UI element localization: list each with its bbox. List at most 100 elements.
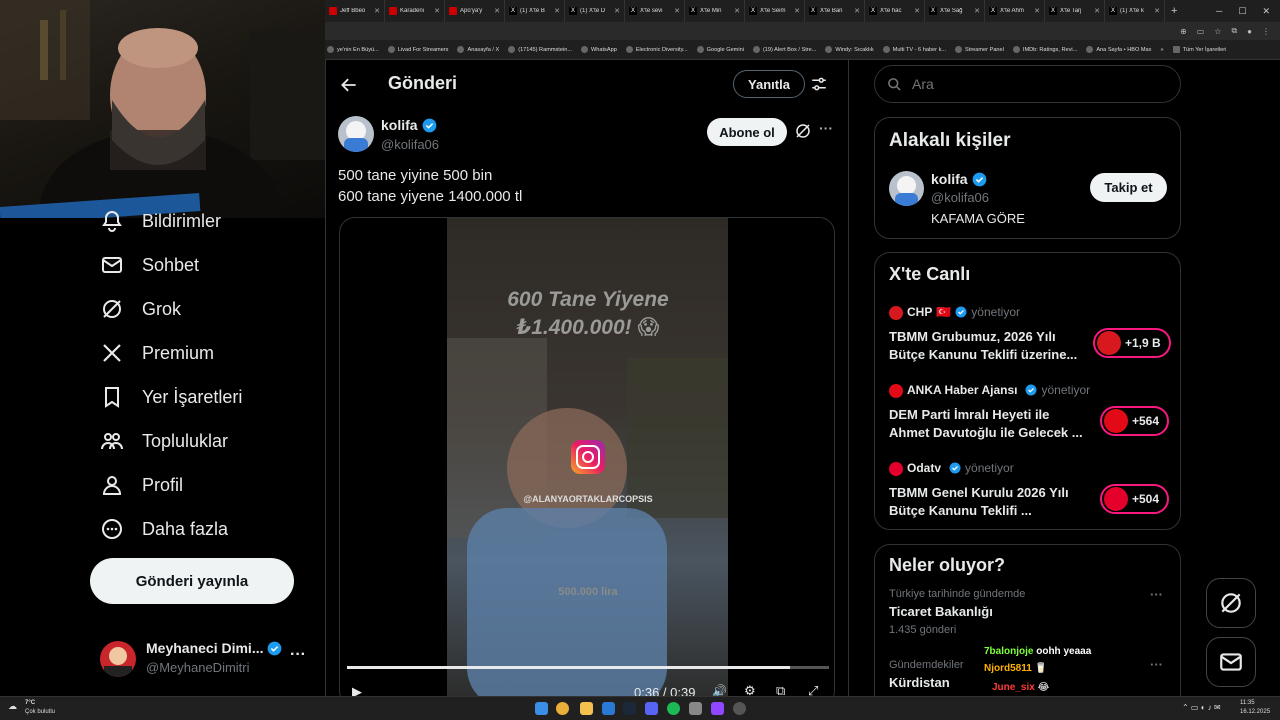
nav-communities[interactable]: Topluluklar	[100, 426, 228, 456]
browser-tab[interactable]: X (1) X'te B ✕	[505, 0, 565, 22]
nav-more[interactable]: Daha fazla	[100, 514, 228, 544]
all-bookmarks[interactable]: Tüm Yer İşaretleri	[1172, 46, 1226, 53]
tab-close-icon[interactable]: ✕	[854, 7, 860, 15]
minimize-icon[interactable]: ─	[1216, 6, 1222, 16]
grok-float-button[interactable]	[1206, 578, 1256, 628]
search-box[interactable]	[874, 65, 1181, 103]
browser-tab[interactable]: X (1) X'te k ✕	[1105, 0, 1165, 22]
trend-more-icon[interactable]: ···	[1150, 587, 1163, 602]
nav-notifications[interactable]: Bildirimler	[100, 206, 221, 236]
search-input[interactable]	[912, 76, 1152, 92]
file-explorer-icon[interactable]	[580, 702, 593, 715]
bookmark-item[interactable]: Anasayfa / X	[457, 46, 499, 53]
grok-icon[interactable]	[794, 122, 812, 140]
browser-tab[interactable]: Jeff Bbeo ✕	[325, 0, 385, 22]
bookmark-item[interactable]: WhatsApp	[581, 46, 617, 53]
picture-in-picture-icon[interactable]: ⧉	[776, 683, 785, 696]
extensions-icon[interactable]: ⧉	[1231, 26, 1237, 36]
trend-more-icon[interactable]: ···	[1150, 657, 1163, 672]
video-settings-icon[interactable]: ⚙	[744, 683, 756, 696]
tab-close-icon[interactable]: ✕	[794, 7, 800, 15]
browser-tab[interactable]: Karadeni ✕	[385, 0, 445, 22]
related-name[interactable]: kolifa	[931, 171, 968, 187]
more-bookmarks-icon[interactable]: »	[1160, 47, 1163, 53]
tab-close-icon[interactable]: ✕	[434, 7, 440, 15]
account-more-icon[interactable]: ···	[290, 646, 306, 664]
app-icon[interactable]	[602, 702, 615, 715]
tab-close-icon[interactable]: ✕	[974, 7, 980, 15]
live-item[interactable]: ANKA Haber Ajansı yönetiyor DEM Parti İm…	[875, 381, 1180, 451]
tab-close-icon[interactable]: ✕	[374, 7, 380, 15]
start-icon[interactable]	[535, 702, 548, 715]
volume-icon[interactable]: 🔊	[712, 684, 727, 696]
browser-tab[interactable]: X X'te Ban ✕	[805, 0, 865, 22]
maximize-icon[interactable]: ☐	[1238, 6, 1246, 17]
trend-item[interactable]: Türkiye tarihinde gündemde Ticaret Bakan…	[875, 585, 1180, 651]
tab-close-icon[interactable]: ✕	[614, 7, 620, 15]
nav-chat[interactable]: Sohbet	[100, 250, 199, 280]
avatar[interactable]	[889, 171, 924, 206]
bookmark-item[interactable]: Electronic Diversity...	[625, 46, 688, 53]
zoom-icon[interactable]: ⊕	[1180, 27, 1187, 36]
menu-icon[interactable]: ⋮	[1262, 27, 1270, 36]
star-icon[interactable]: ☆	[1214, 27, 1221, 36]
nav-bookmarks[interactable]: Yer İşaretleri	[100, 382, 242, 412]
bookmark-item[interactable]: Ana Sayfa • HBO Max	[1086, 46, 1151, 53]
profile-avatar-icon[interactable]: ●	[1247, 27, 1252, 36]
live-item[interactable]: CHP 🇹🇷 yönetiyor TBMM Grubumuz, 2026 Yıl…	[875, 303, 1180, 373]
bookmark-item[interactable]: Windy: Sıcaklık	[825, 46, 874, 53]
author-avatar[interactable]	[338, 116, 374, 152]
app-icon[interactable]	[733, 702, 746, 715]
app-icon[interactable]	[711, 702, 724, 715]
steam-icon[interactable]	[623, 702, 636, 715]
subscribe-button[interactable]: Abone ol	[707, 118, 787, 146]
nav-premium[interactable]: Premium	[100, 338, 214, 368]
browser-tab[interactable]: X X'te Sağ ✕	[925, 0, 985, 22]
spotify-icon[interactable]	[667, 702, 680, 715]
video-player[interactable]: 600 Tane Yiyene ₺1.400.000! 😱 @ALANYAORT…	[339, 217, 835, 696]
account-switcher[interactable]: Meyhaneci Dimi... @MeyhaneDimitri ···	[100, 638, 310, 686]
app-icon[interactable]	[689, 702, 702, 715]
back-arrow-icon[interactable]	[339, 75, 359, 95]
chrome-icon[interactable]	[556, 702, 569, 715]
browser-tab[interactable]: X (1) X'te D ✕	[565, 0, 625, 22]
nav-profile[interactable]: Profil	[100, 470, 183, 500]
post-more-icon[interactable]: ···	[819, 120, 833, 136]
messages-float-button[interactable]	[1206, 637, 1256, 687]
tab-close-icon[interactable]: ✕	[674, 7, 680, 15]
cast-icon[interactable]: ▭	[1197, 27, 1205, 36]
bookmark-item[interactable]: (19) Alert Box / Stre...	[752, 46, 816, 53]
browser-tab[interactable]: X X'te Seim ✕	[745, 0, 805, 22]
bookmark-item[interactable]: Livad For Streamers	[387, 46, 448, 53]
post-button[interactable]: Gönderi yayınla	[90, 558, 294, 604]
nav-grok[interactable]: Grok	[100, 294, 181, 324]
author-handle[interactable]: @kolifa06	[381, 137, 439, 152]
tab-close-icon[interactable]: ✕	[494, 7, 500, 15]
play-icon[interactable]: ▶	[352, 684, 362, 696]
browser-tab[interactable]: X X'te Min ✕	[685, 0, 745, 22]
tab-close-icon[interactable]: ✕	[914, 7, 920, 15]
tab-close-icon[interactable]: ✕	[1094, 7, 1100, 15]
live-item[interactable]: Odatv yönetiyor TBMM Genel Kurulu 2026 Y…	[875, 459, 1180, 529]
tab-close-icon[interactable]: ✕	[734, 7, 740, 15]
bookmark-item[interactable]: Streamer Panel	[955, 46, 1004, 53]
fullscreen-icon[interactable]: ⤢	[808, 683, 818, 696]
bookmark-item[interactable]: Multi TV - 6 haber k...	[882, 46, 946, 53]
follow-button[interactable]: Takip et	[1090, 173, 1167, 202]
tab-close-icon[interactable]: ✕	[1154, 7, 1160, 15]
author-name[interactable]: kolifa	[381, 117, 418, 133]
discord-icon[interactable]	[645, 702, 658, 715]
bookmark-item[interactable]: IMDb: Ratings, Revi...	[1012, 46, 1077, 53]
browser-tab[interactable]: X X'te Tarj ✕	[1045, 0, 1105, 22]
browser-tab[interactable]: X X'te sevi ✕	[625, 0, 685, 22]
bookmark-item[interactable]: (17145) Rammstein...	[508, 46, 572, 53]
browser-tab[interactable]: X X'te Ahm ✕	[985, 0, 1045, 22]
reply-button[interactable]: Yanıtla	[733, 70, 805, 98]
close-window-icon[interactable]: ✕	[1262, 6, 1270, 17]
listener-count-pill[interactable]: +564	[1100, 406, 1170, 436]
browser-tab[interactable]: Apo'ya'y ✕	[445, 0, 505, 22]
listener-count-pill[interactable]: +1,9 B	[1093, 328, 1171, 358]
video-progress-track[interactable]	[347, 666, 829, 669]
listener-count-pill[interactable]: +504	[1100, 484, 1170, 514]
bookmark-item[interactable]: Google Gemini	[696, 46, 744, 53]
